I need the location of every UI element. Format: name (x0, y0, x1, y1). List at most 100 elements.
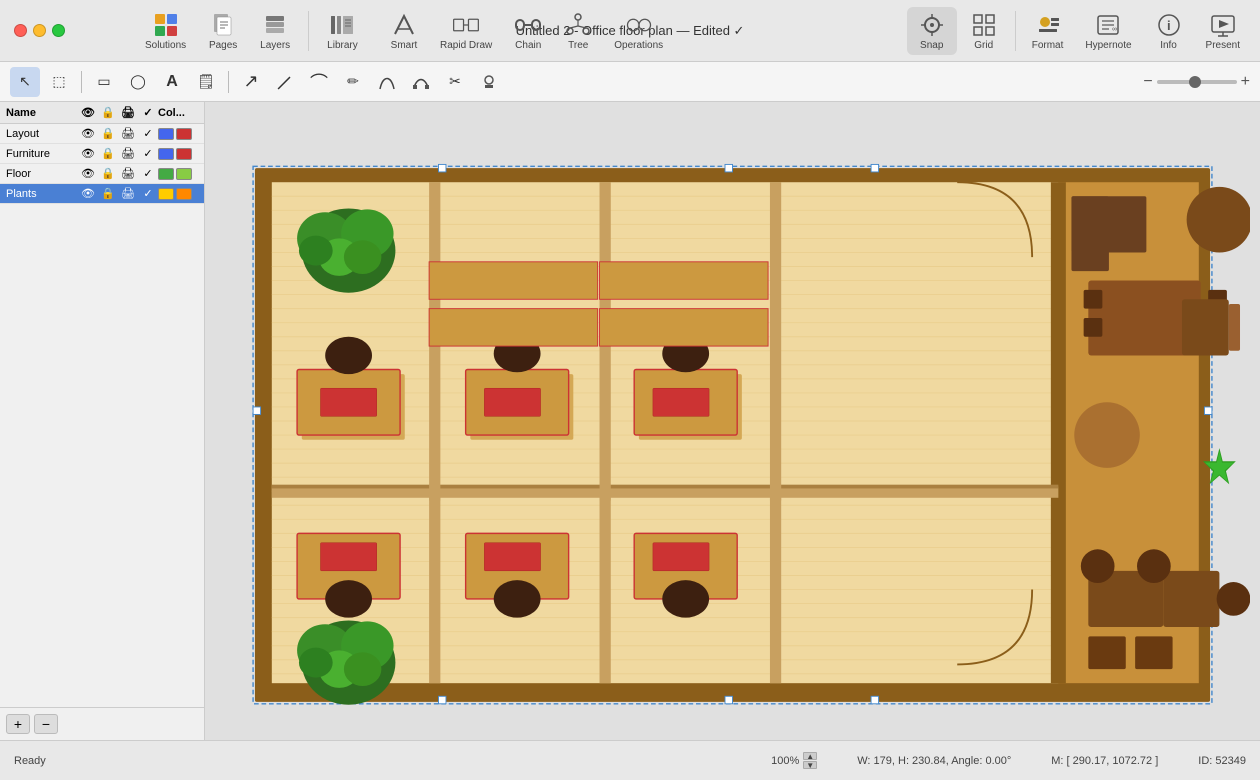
layer-plants-check[interactable]: ✓ (138, 187, 158, 200)
format-button[interactable]: Format (1022, 7, 1074, 55)
snap-button[interactable]: Snap (907, 7, 957, 55)
floorplan (215, 112, 1250, 730)
chain-button[interactable]: Chain (504, 7, 552, 55)
smart-icon (390, 11, 418, 39)
layers-print-col: 🖨 (118, 106, 138, 119)
layer-plants-colors (158, 188, 198, 200)
hypernote-label: Hypernote (1085, 40, 1131, 51)
layer-layout-print[interactable]: 🖨 (118, 127, 138, 140)
present-button[interactable]: Present (1196, 7, 1250, 55)
layer-furniture-name: Furniture (6, 148, 78, 160)
layer-row-furniture[interactable]: Furniture 👁 🔒 🖨 ✓ (0, 144, 204, 164)
smart-tool-button[interactable]: Smart (380, 7, 428, 55)
add-layer-button[interactable]: + (6, 714, 30, 734)
hypernote-icon: ∞ (1094, 11, 1122, 39)
layer-layout-visibility[interactable]: 👁 (78, 127, 98, 140)
layer-plants-print[interactable]: 🖨 (118, 187, 138, 200)
layer-floor-color2[interactable] (176, 168, 192, 180)
layer-floor-lock[interactable]: 🔒 (98, 167, 118, 180)
select-area-tool[interactable]: ⬚ (44, 67, 74, 97)
tool-separator-1 (81, 71, 82, 93)
layer-row-plants[interactable]: Plants 👁 🔒 🖨 ✓ (0, 184, 204, 204)
note-tool[interactable]: 🗒 (191, 67, 221, 97)
arrow-tool[interactable]: ↗ (236, 67, 266, 97)
smart-label: Smart (391, 40, 418, 51)
status-ready: Ready (14, 755, 46, 767)
zoom-step-down[interactable]: ▼ (803, 761, 817, 769)
pages-label: Pages (209, 40, 237, 51)
chain-icon (514, 11, 542, 39)
text-tool[interactable]: A (157, 67, 187, 97)
present-icon (1209, 11, 1237, 39)
layer-floor-color1[interactable] (158, 168, 174, 180)
remove-layer-button[interactable]: − (34, 714, 58, 734)
info-button[interactable]: i Info (1144, 7, 1194, 55)
layers-button[interactable]: Layers (250, 7, 300, 55)
grid-button[interactable]: Grid (959, 7, 1009, 55)
pen-tool[interactable]: ✏ (338, 67, 368, 97)
layer-furniture-color2[interactable] (176, 148, 192, 160)
curve-tool[interactable]: ⌒ (304, 67, 334, 97)
layer-plants-color1[interactable] (158, 188, 174, 200)
layer-plants-visibility[interactable]: 👁 (78, 187, 98, 200)
zoom-slider[interactable] (1157, 80, 1237, 84)
layer-plants-lock[interactable]: 🔒 (98, 187, 118, 200)
layer-floor-check[interactable]: ✓ (138, 167, 158, 180)
minimize-button[interactable] (33, 24, 46, 37)
layer-row-layout[interactable]: Layout 👁 🔒 🖨 ✓ (0, 124, 204, 144)
mouse-position: M: [ 290.17, 1072.72 ] (1051, 755, 1158, 767)
layers-panel: Name 👁 🔒 🖨 ✓ Col... Layout 👁 🔒 🖨 ✓ Furni… (0, 102, 205, 740)
zoom-display: 100% ▲ ▼ (771, 752, 817, 769)
bezier-tool[interactable] (372, 67, 402, 97)
layer-plants-color2[interactable] (176, 188, 192, 200)
operations-button[interactable]: Operations (604, 7, 673, 55)
layer-layout-lock[interactable]: 🔒 (98, 127, 118, 140)
solutions-button[interactable]: Solutions (135, 7, 196, 55)
close-button[interactable] (14, 24, 27, 37)
zoom-step-up[interactable]: ▲ (803, 752, 817, 760)
layer-row-floor[interactable]: Floor 👁 🔒 🖨 ✓ (0, 164, 204, 184)
pages-button[interactable]: Pages (198, 7, 248, 55)
toolbar-right: Snap Grid F (907, 0, 1250, 62)
rect-tool[interactable]: ▭ (89, 67, 119, 97)
layer-furniture-color1[interactable] (158, 148, 174, 160)
rapid-draw-icon (452, 11, 480, 39)
zoom-stepper: ▲ ▼ (803, 752, 817, 769)
svg-text:i: i (1167, 18, 1171, 33)
select-tool[interactable]: ↖ (10, 67, 40, 97)
layer-furniture-visibility[interactable]: 👁 (78, 147, 98, 160)
line-tool[interactable]: | (264, 60, 306, 102)
info-label: Info (1160, 40, 1177, 51)
layer-furniture-check[interactable]: ✓ (138, 147, 158, 160)
canvas-area[interactable] (205, 102, 1260, 740)
scissors-tool[interactable]: ✂ (440, 67, 470, 97)
edit-points-tool[interactable] (406, 67, 436, 97)
zoom-in-button[interactable]: + (1241, 73, 1250, 91)
layer-layout-check[interactable]: ✓ (138, 127, 158, 140)
tree-button[interactable]: Tree (554, 7, 602, 55)
tools-toolbar: Smart Rapid Draw Chain (380, 0, 673, 62)
ellipse-tool[interactable]: ◯ (123, 67, 153, 97)
layer-floor-visibility[interactable]: 👁 (78, 167, 98, 180)
solutions-icon (152, 11, 180, 39)
layer-furniture-print[interactable]: 🖨 (118, 147, 138, 160)
library-button[interactable]: Library (317, 7, 368, 55)
layers-label: Layers (260, 40, 290, 51)
grid-label: Grid (974, 40, 993, 51)
layer-layout-color2[interactable] (176, 128, 192, 140)
zoom-out-button[interactable]: − (1143, 73, 1152, 91)
zoom-controls: − + (1143, 73, 1250, 91)
grid-icon (970, 11, 998, 39)
toolstrip: ↖ ⬚ ▭ ◯ A 🗒 ↗ | ⌒ ✏ ✂ − + (0, 62, 1260, 102)
stamp-tool[interactable] (474, 67, 504, 97)
layer-furniture-lock[interactable]: 🔒 (98, 147, 118, 160)
layer-layout-color1[interactable] (158, 128, 174, 140)
hypernote-button[interactable]: ∞ Hypernote (1075, 7, 1141, 55)
maximize-button[interactable] (52, 24, 65, 37)
layers-icon (261, 11, 289, 39)
layer-floor-print[interactable]: 🖨 (118, 167, 138, 180)
operations-icon (625, 11, 653, 39)
layers-color-col: Col... (158, 107, 198, 119)
rapid-draw-button[interactable]: Rapid Draw (430, 7, 502, 55)
zoom-thumb (1189, 76, 1201, 88)
